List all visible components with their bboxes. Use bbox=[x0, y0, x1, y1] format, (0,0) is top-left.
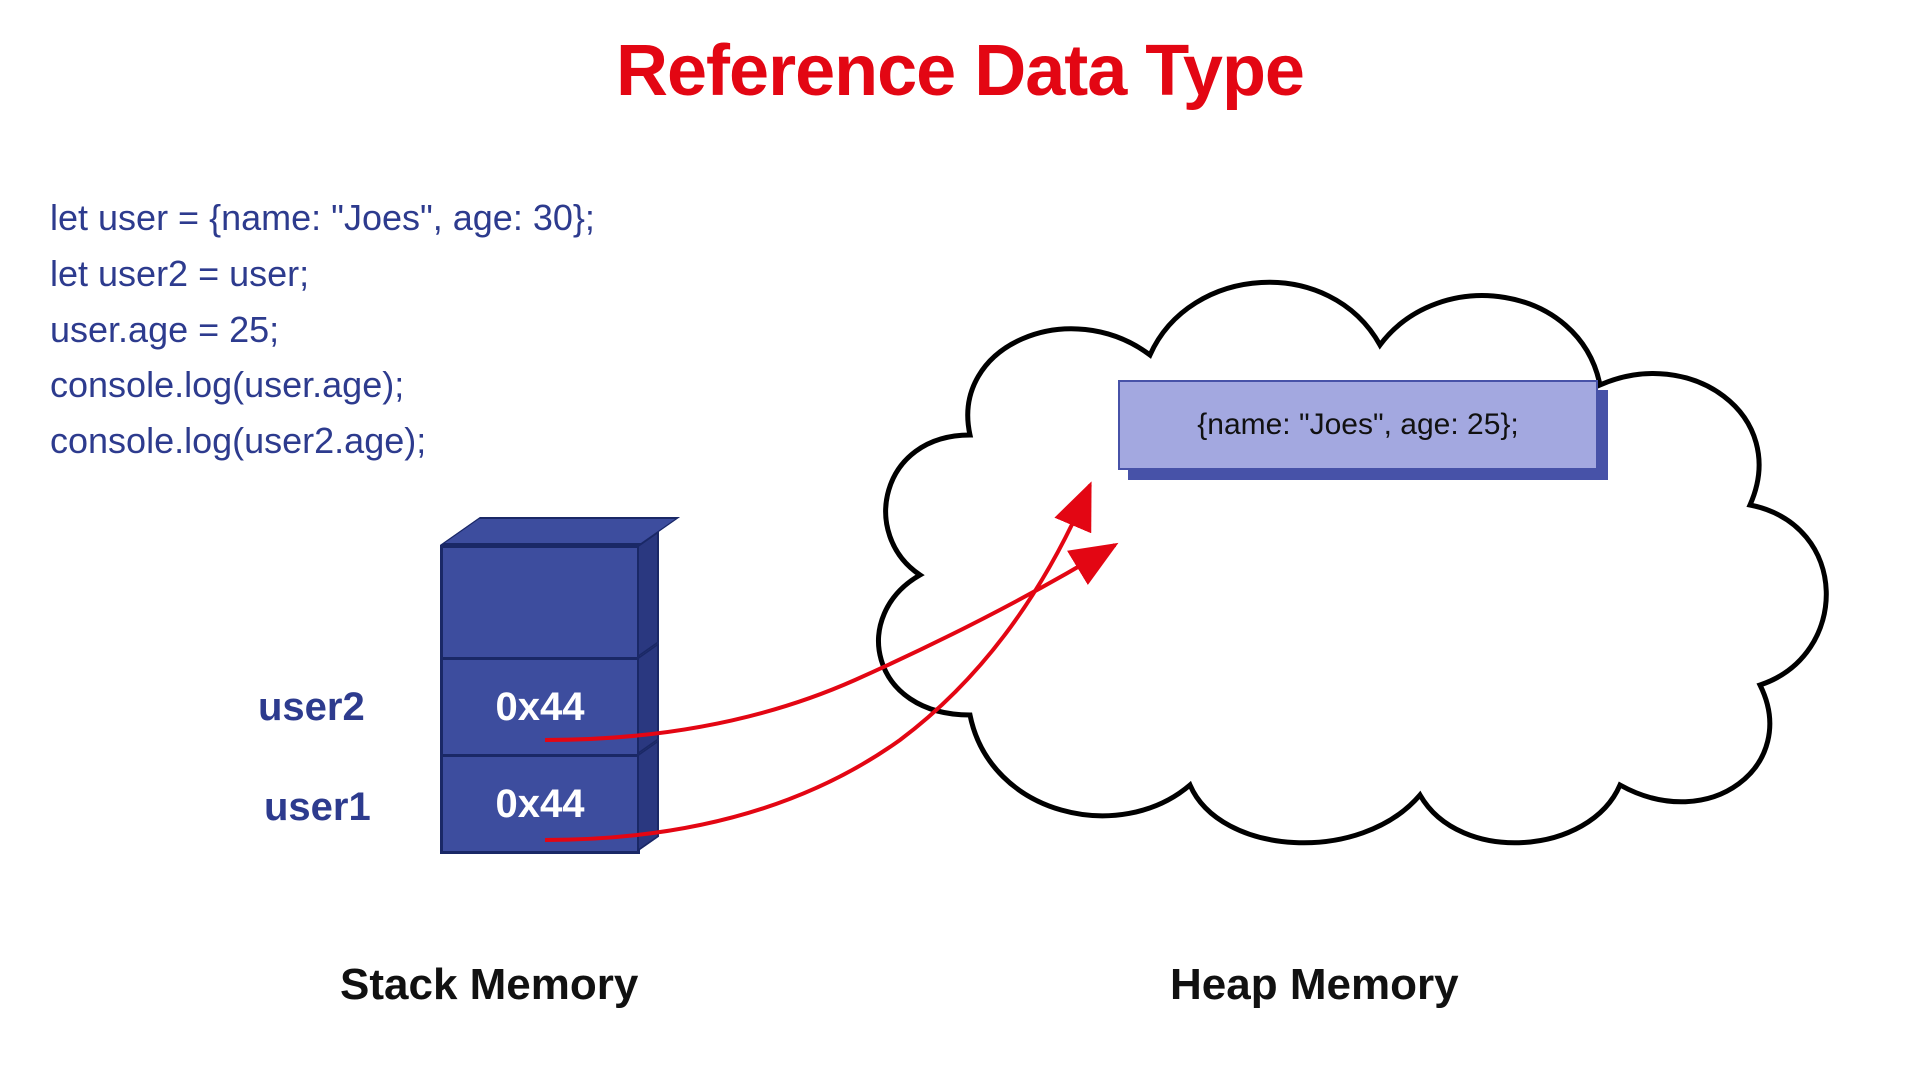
code-line-2: let user2 = user; bbox=[50, 246, 595, 302]
code-snippet: let user = {name: "Joes", age: 30}; let … bbox=[50, 190, 595, 469]
stack-var-label-user2: user2 bbox=[258, 685, 365, 730]
heap-object-text: {name: "Joes", age: 25}; bbox=[1197, 408, 1519, 442]
stack-cell-user2: 0x44 bbox=[440, 657, 640, 757]
stack-addr-user2: 0x44 bbox=[496, 685, 585, 730]
stack-cell-empty bbox=[440, 545, 640, 660]
stack-memory-block: 0x44 0x44 bbox=[440, 545, 660, 854]
code-line-1: let user = {name: "Joes", age: 30}; bbox=[50, 190, 595, 246]
stack-var-label-user1: user1 bbox=[264, 785, 371, 830]
code-line-4: console.log(user.age); bbox=[50, 357, 595, 413]
diagram-title: Reference Data Type bbox=[0, 30, 1920, 112]
stack-cell-user1: 0x44 bbox=[440, 754, 640, 854]
stack-addr-user1: 0x44 bbox=[496, 782, 585, 827]
heap-memory-title: Heap Memory bbox=[1170, 960, 1459, 1010]
code-line-3: user.age = 25; bbox=[50, 302, 595, 358]
heap-object-box: {name: "Joes", age: 25}; bbox=[1118, 380, 1598, 470]
heap-cloud-icon bbox=[790, 195, 1870, 865]
code-line-5: console.log(user2.age); bbox=[50, 413, 595, 469]
stack-memory-title: Stack Memory bbox=[340, 960, 638, 1010]
